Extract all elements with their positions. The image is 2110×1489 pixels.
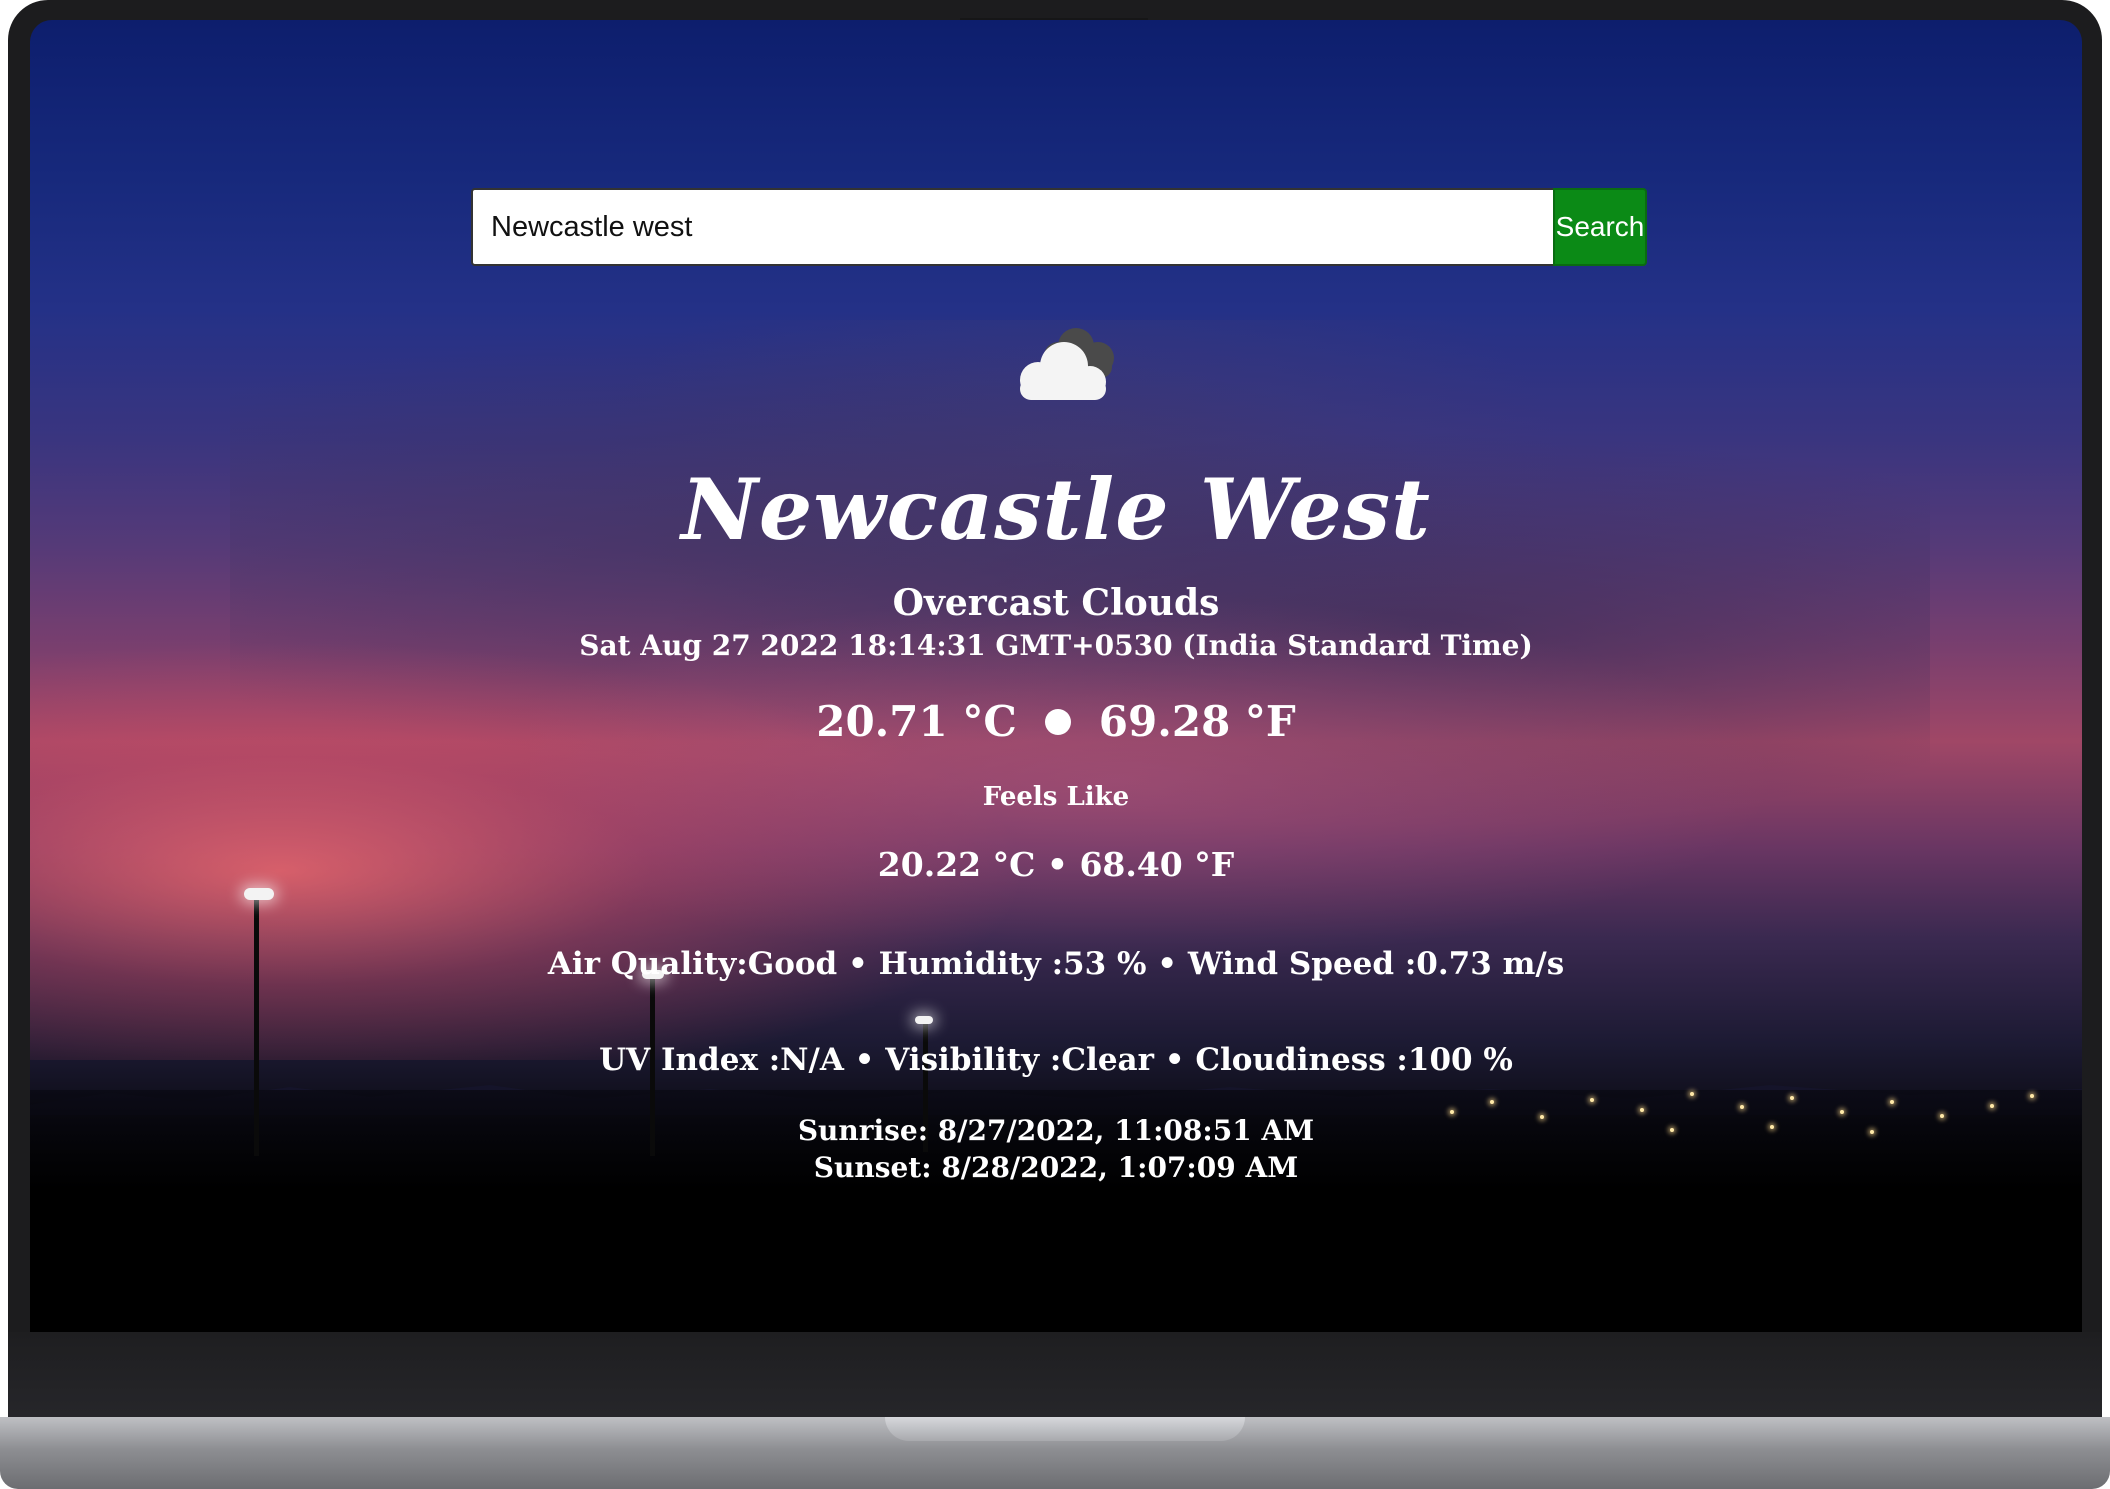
- feels-like-label: Feels Like: [982, 782, 1130, 812]
- temperature-celsius: 20.71 °C: [816, 697, 1017, 746]
- local-datetime: Sat Aug 27 2022 18:14:31 GMT+0530 (India…: [579, 629, 1533, 662]
- overcast-clouds-icon: [1020, 328, 1114, 400]
- search-bar: Search: [471, 188, 1647, 266]
- laptop-frame: Search Newcastle West Overcast Clouds: [0, 0, 2110, 1489]
- screen: Search Newcastle West Overcast Clouds: [30, 20, 2082, 1332]
- city-name: Newcastle West: [681, 460, 1431, 559]
- sun-times: Sunrise: 8/27/2022, 11:08:51 AM Sunset: …: [30, 1112, 2082, 1186]
- temperature-fahrenheit: 69.28 °F: [1098, 697, 1296, 746]
- details-air-humidity-wind: Air Quality:Good • Humidity :53 % • Wind…: [547, 946, 1565, 982]
- search-button[interactable]: Search: [1553, 188, 1647, 266]
- weather-app: Search Newcastle West Overcast Clouds: [30, 20, 2082, 1332]
- weather-condition: Overcast Clouds: [892, 582, 1220, 624]
- search-input[interactable]: [471, 188, 1553, 266]
- temperature-row: 20.71 °C 69.28 °F: [30, 694, 2082, 750]
- sunset-time: Sunset: 8/28/2022, 1:07:09 AM: [813, 1151, 1299, 1184]
- laptop-chin: [8, 1332, 2102, 1417]
- details-uv-visibility-cloudiness: UV Index :N/A • Visibility :Clear • Clou…: [599, 1042, 1513, 1078]
- laptop-base-notch: [885, 1417, 1245, 1441]
- feels-like-values: 20.22 °C • 68.40 °F: [877, 845, 1235, 884]
- sunrise-time: Sunrise: 8/27/2022, 11:08:51 AM: [797, 1114, 1315, 1147]
- separator-dot: [1044, 709, 1071, 735]
